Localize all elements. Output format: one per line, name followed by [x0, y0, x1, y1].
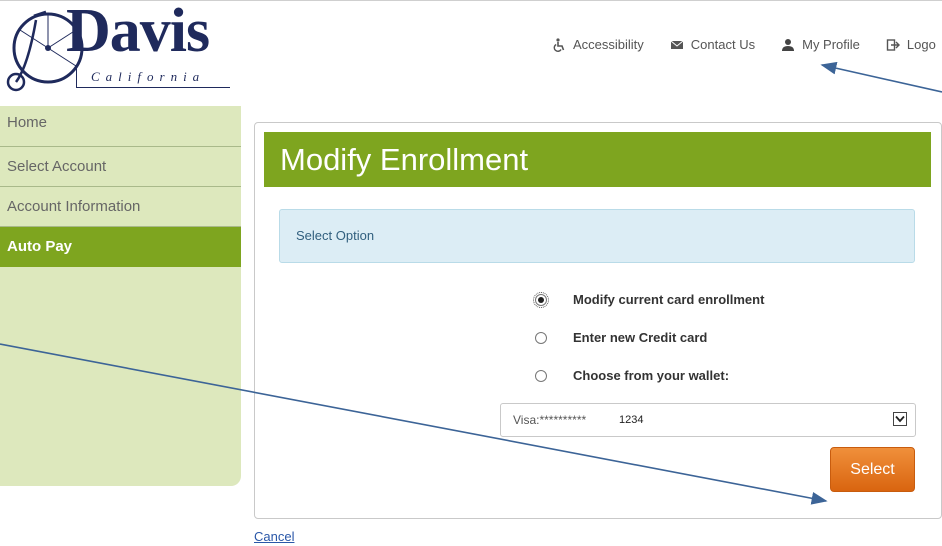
- radio-modify-current-card[interactable]: [533, 291, 549, 308]
- sidebar-item-auto-pay[interactable]: Auto Pay: [0, 227, 241, 267]
- radio-choose-from-wallet[interactable]: [535, 369, 547, 382]
- option-label: Enter new Credit card: [573, 330, 708, 345]
- option-choose-from-wallet[interactable]: Choose from your wallet:: [535, 368, 729, 383]
- davis-logo[interactable]: Davis California: [6, 0, 246, 94]
- cancel-link[interactable]: Cancel: [254, 529, 294, 544]
- sidebar-item-account-information[interactable]: Account Information: [0, 187, 241, 227]
- wheelchair-icon: [553, 37, 565, 52]
- sidebar: Home Select Account Account Information …: [0, 106, 241, 486]
- top-navigation: Accessibility Contact Us My Profile Logo: [552, 37, 936, 52]
- option-label: Modify current card enrollment: [573, 292, 765, 307]
- logout-label: Logo: [906, 37, 936, 52]
- my-profile-link[interactable]: My Profile: [781, 37, 860, 52]
- select-button[interactable]: Select: [830, 447, 915, 492]
- chevron-down-icon[interactable]: [893, 412, 907, 426]
- contact-us-link[interactable]: Contact Us: [670, 37, 755, 52]
- sidebar-item-home[interactable]: Home: [0, 106, 241, 147]
- page-title: Modify Enrollment: [264, 132, 931, 187]
- logo-wordmark: Davis: [66, 0, 210, 65]
- radio-enter-new-credit-card[interactable]: [535, 331, 547, 344]
- user-icon: [782, 38, 795, 51]
- my-profile-label: My Profile: [802, 37, 860, 52]
- logout-link[interactable]: Logo: [886, 37, 936, 52]
- select-option-heading: Select Option: [279, 209, 915, 263]
- envelope-icon: [670, 40, 684, 49]
- logo-subtitle: California: [76, 66, 230, 88]
- modify-enrollment-panel: Modify Enrollment Select Option Modify c…: [254, 122, 942, 519]
- accessibility-label: Accessibility: [573, 37, 644, 52]
- option-modify-current-card[interactable]: Modify current card enrollment: [533, 291, 765, 308]
- wallet-card-value: Visa:**********: [513, 413, 587, 427]
- sidebar-item-select-account[interactable]: Select Account: [0, 147, 241, 187]
- logout-icon: [886, 38, 900, 51]
- option-label: Choose from your wallet:: [573, 368, 730, 383]
- wallet-card-last4: 1234: [599, 404, 665, 436]
- contact-us-label: Contact Us: [690, 37, 756, 52]
- accessibility-link[interactable]: Accessibility: [552, 37, 644, 52]
- annotation-arrow-profile: [820, 61, 942, 93]
- option-enter-new-credit-card[interactable]: Enter new Credit card: [535, 330, 707, 345]
- wallet-card-select[interactable]: Visa:********** 1234: [500, 403, 916, 437]
